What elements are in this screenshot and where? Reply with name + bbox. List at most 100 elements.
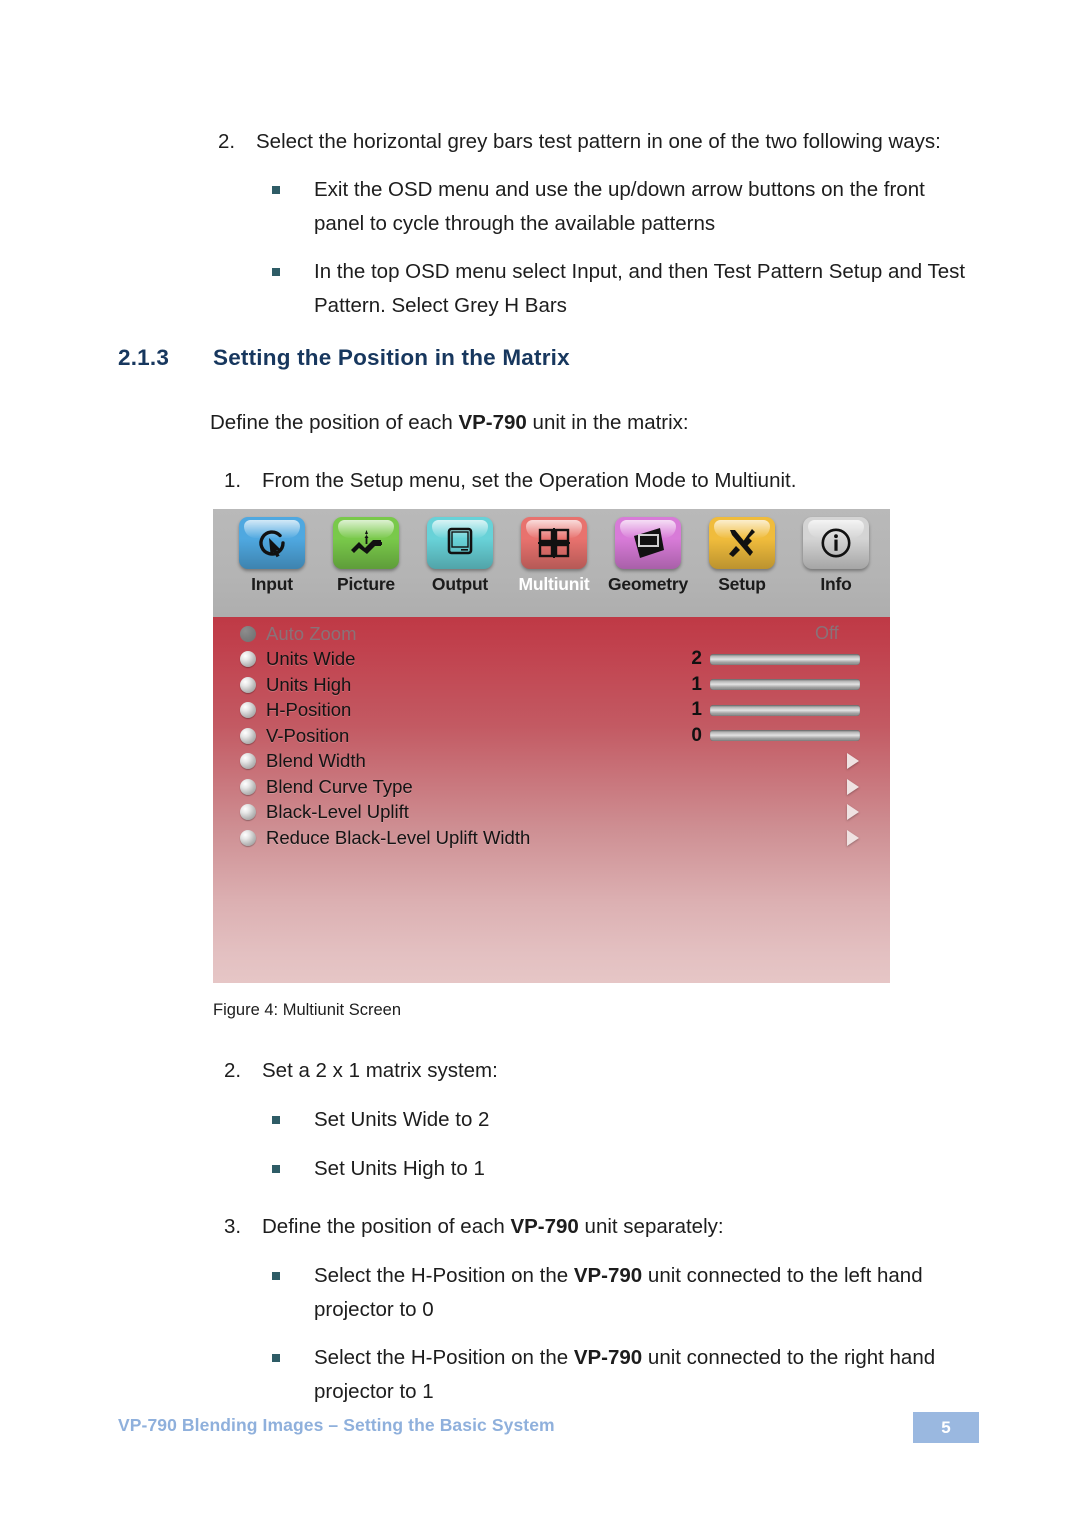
intro-model: VP-790	[458, 411, 527, 434]
osd-bullet-icon	[240, 625, 256, 642]
bullet-model: VP-790	[573, 1346, 643, 1369]
osd-option-row[interactable]: H-Position 1	[213, 698, 890, 724]
step-number: 3.	[224, 1215, 242, 1238]
osd-slider[interactable]	[710, 730, 860, 742]
osd-option-row[interactable]: V-Position 0	[213, 723, 890, 749]
bullet-square-icon	[272, 1341, 314, 1362]
bullet-item: Select the H-Position on the VP-790 unit…	[272, 1341, 972, 1409]
picture-landscape-icon[interactable]	[333, 517, 399, 569]
osd-tab-geometry[interactable]: Geometry	[602, 517, 694, 617]
osd-slider[interactable]	[710, 653, 860, 665]
section-title: Setting the Position in the Matrix	[213, 345, 570, 370]
osd-tab-input[interactable]: Input	[226, 517, 318, 617]
osd-bullet-icon	[240, 829, 256, 846]
osd-option-value: Off	[815, 623, 839, 644]
step-text: Set a 2 x 1 matrix system:	[262, 1059, 498, 1082]
bullet-square-icon	[272, 255, 314, 276]
submenu-arrow-icon[interactable]	[847, 829, 859, 846]
bullet-square-icon	[272, 173, 314, 194]
osd-tab-label: Input	[251, 574, 293, 594]
osd-screenshot-figure: Input Picture Output Multiunit Geometry Setup…	[213, 509, 890, 983]
osd-tab-setup[interactable]: Setup	[696, 517, 788, 617]
osd-tab-info[interactable]: Info	[790, 517, 882, 617]
osd-tab-label: Info	[820, 574, 852, 594]
step-text: Define the position of each VP-790 unit …	[262, 1210, 984, 1243]
osd-option-row[interactable]: Blend Width	[213, 749, 890, 775]
submenu-arrow-icon[interactable]	[847, 753, 859, 770]
osd-menu-bar: Input Picture Output Multiunit Geometry Setup…	[213, 509, 890, 617]
bullet-text: Exit the OSD menu and use the up/down ar…	[314, 178, 925, 235]
osd-bullet-icon	[240, 702, 256, 719]
bullet-model: VP-790	[573, 1264, 643, 1287]
step-number: 2.	[218, 130, 236, 153]
step-number: 1.	[224, 469, 242, 492]
osd-tab-output[interactable]: Output	[414, 517, 506, 617]
osd-slider-handle[interactable]	[739, 647, 760, 672]
output-monitor-icon[interactable]	[427, 517, 493, 569]
osd-bullet-icon	[240, 676, 256, 693]
osd-slider[interactable]	[710, 679, 860, 691]
osd-bullet-icon	[240, 753, 256, 770]
step3-before: Define the position of each	[262, 1215, 511, 1238]
bullet-item: Set Units High to 1	[272, 1152, 972, 1186]
osd-option-label: Units High	[266, 673, 352, 695]
osd-tab-label: Multiunit	[518, 574, 590, 594]
osd-bullet-icon	[240, 778, 256, 795]
bullet-text: Select the H-Position on the VP-790 unit…	[314, 1259, 972, 1327]
osd-bullet-icon	[240, 727, 256, 744]
osd-option-label: Blend Curve Type	[266, 775, 413, 797]
osd-option-value: 2	[691, 648, 702, 670]
figure-caption: Figure 4: Multiunit Screen	[213, 1001, 402, 1019]
info-circle-icon[interactable]	[803, 517, 869, 569]
numbered-step: 2. Select the horizontal grey bars test …	[218, 125, 978, 158]
osd-option-row[interactable]: Black-Level Uplift	[213, 800, 890, 826]
bullet-text: In the top OSD menu select Input, and th…	[314, 260, 966, 317]
osd-tab-label: Setup	[718, 574, 766, 594]
bullet-text: Set Units Wide to 2	[314, 1108, 490, 1131]
step-number: 2.	[224, 1059, 242, 1082]
osd-bullet-icon	[240, 804, 256, 821]
osd-menu-tabs: Input Picture Output Multiunit Geometry Setup…	[226, 517, 882, 617]
osd-tab-label: Picture	[337, 574, 395, 594]
osd-bullet-icon	[240, 651, 256, 668]
step-text: From the Setup menu, set the Operation M…	[262, 469, 797, 492]
step3-after: unit separately:	[578, 1215, 724, 1238]
osd-screen: Input Picture Output Multiunit Geometry Setup…	[213, 509, 890, 983]
osd-slider-handle[interactable]	[707, 672, 728, 697]
osd-option-row[interactable]: Reduce Black-Level Uplift Width	[213, 825, 890, 851]
osd-tab-label: Output	[431, 574, 489, 594]
step3-model: VP-790	[510, 1215, 579, 1238]
osd-option-value: 0	[691, 724, 702, 746]
bullet-square-icon	[272, 1152, 314, 1173]
bullet-item: Select the H-Position on the VP-790 unit…	[272, 1259, 972, 1327]
numbered-step: 3. Define the position of each VP-790 un…	[224, 1210, 984, 1243]
section-heading: 2.1.3 Setting the Position in the Matrix	[118, 345, 570, 371]
osd-slider-handle[interactable]	[842, 698, 863, 723]
multiunit-grid-icon[interactable]	[521, 517, 587, 569]
geometry-keystone-icon[interactable]	[615, 517, 681, 569]
osd-option-label: Reduce Black-Level Uplift Width	[266, 826, 531, 848]
osd-option-row[interactable]: Auto Zoom Off	[213, 621, 890, 647]
osd-menu-panel: Auto Zoom Off Units Wide 2 Units High 1 H-Posi…	[213, 617, 890, 983]
bullet-item: Exit the OSD menu and use the up/down ar…	[272, 173, 972, 241]
osd-option-label: V-Position	[266, 724, 350, 746]
submenu-arrow-icon[interactable]	[847, 804, 859, 821]
bullet-before: Select the H-Position on the	[314, 1264, 574, 1287]
osd-tab-multiunit[interactable]: Multiunit	[508, 517, 600, 617]
numbered-step: 1. From the Setup menu, set the Operatio…	[224, 464, 984, 497]
osd-slider[interactable]	[710, 704, 860, 716]
osd-option-label: H-Position	[266, 699, 352, 721]
osd-option-row[interactable]: Units Wide 2	[213, 647, 890, 673]
footer-title: VP-790 Blending Images – Setting the Bas…	[118, 1415, 555, 1435]
osd-option-label: Auto Zoom	[266, 622, 357, 644]
input-rotate-cursor-icon[interactable]	[239, 517, 305, 569]
osd-option-row[interactable]: Blend Curve Type	[213, 774, 890, 800]
osd-slider-handle[interactable]	[707, 723, 728, 748]
bullet-text: Select the H-Position on the VP-790 unit…	[314, 1341, 972, 1409]
osd-option-list: Auto Zoom Off Units Wide 2 Units High 1 H-Posi…	[213, 621, 890, 851]
section-number: 2.1.3	[118, 345, 170, 370]
osd-option-row[interactable]: Units High 1	[213, 672, 890, 698]
submenu-arrow-icon[interactable]	[847, 778, 859, 795]
setup-tools-icon[interactable]	[709, 517, 775, 569]
osd-tab-picture[interactable]: Picture	[320, 517, 412, 617]
